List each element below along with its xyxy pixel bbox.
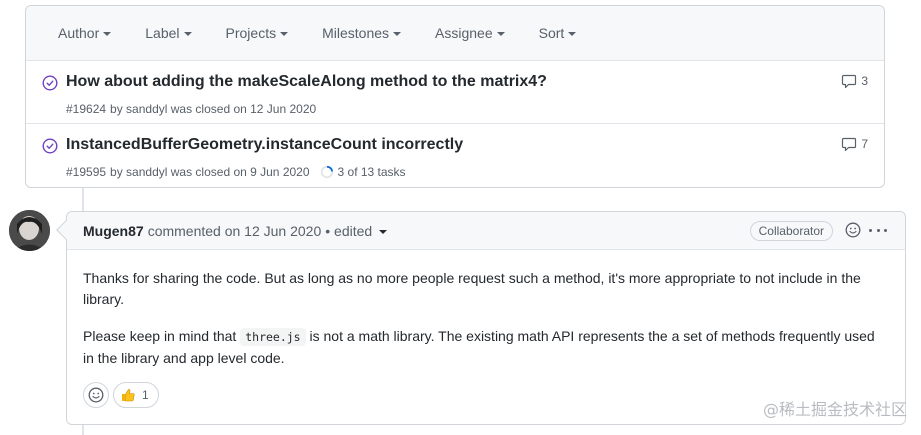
chevron-down-icon [568,32,577,36]
filter-milestones-label: Milestones [322,25,390,41]
task-progress-text: 3 of 13 tasks [337,165,406,179]
issue-status-text: by sanddyl was closed on 9 Jun 2020 [110,165,310,179]
filter-projects-label: Projects [225,25,277,41]
comment-icon [842,137,857,152]
comment-count-link[interactable]: 7 [841,136,868,152]
chevron-down-icon [103,32,112,36]
issue-number: #19595 [66,165,107,179]
comment-author-link[interactable]: Mugen87 [83,223,144,239]
issue-row: InstancedBufferGeometry.instanceCount in… [26,124,884,187]
issue-meta: #19595 by sanddyl was closed on 9 Jun 20… [66,165,406,179]
filter-author-label: Author [58,25,100,41]
thumbsup-reaction-button[interactable]: 1 [113,382,159,408]
comment-count-value: 7 [861,137,868,151]
thumbsup-icon [122,389,135,402]
comment-text: Please keep in mind that [83,328,237,344]
task-progress-icon [320,165,333,179]
filter-author[interactable]: Author [58,25,112,41]
issue-row: How about adding the makeScaleAlong meth… [26,61,884,124]
comment-box: Mugen87 commented on 12 Jun 2020 • edite… [56,211,906,425]
issue-status-text: by sanddyl was closed on 12 Jun 2020 [110,102,317,116]
reaction-count: 1 [142,388,149,402]
chevron-down-icon [393,32,402,36]
issue-closed-icon [42,75,58,91]
filter-assignee[interactable]: Assignee [435,25,505,41]
reactions-bar: 1 [83,382,159,408]
issue-title-link[interactable]: How about adding the makeScaleAlong meth… [66,73,547,91]
comment-body: Thanks for sharing the code. But as long… [67,250,905,369]
comment-header: Mugen87 commented on 12 Jun 2020 • edite… [67,212,905,250]
comment-count-link[interactable]: 3 [841,73,868,89]
chevron-down-icon [496,32,505,36]
add-reaction-button[interactable] [83,382,109,408]
chevron-down-icon [280,32,289,36]
edited-label: • edited [325,222,373,239]
comment-icon [842,74,857,89]
filter-label[interactable]: Label [145,25,192,41]
related-issues-box: Author Label Projects Milestones Assigne… [25,5,885,188]
issue-title-link[interactable]: InstancedBufferGeometry.instanceCount in… [66,136,463,154]
avatar-image [9,210,50,251]
filter-assignee-label: Assignee [435,25,493,41]
filter-projects[interactable]: Projects [226,25,289,41]
watermark: @稀土掘金技术社区 [762,400,907,419]
edited-dropdown[interactable]: • edited [325,222,388,239]
comment-paragraph: Please keep in mind that three.js is not… [83,326,889,369]
smiley-icon [88,387,104,403]
filter-milestones[interactable]: Milestones [322,25,402,41]
comment-paragraph: Thanks for sharing the code. But as long… [83,270,861,307]
avatar[interactable] [9,210,50,251]
comment-count-value: 3 [861,74,868,88]
filter-sort-label: Sort [538,25,565,41]
chevron-down-icon [379,229,388,234]
smiley-icon[interactable] [845,222,861,238]
filter-label-label: Label [145,25,180,41]
issue-meta: #19624 by sanddyl was closed on 12 Jun 2… [66,102,316,116]
filter-sort[interactable]: Sort [539,25,577,41]
chevron-down-icon [183,32,192,36]
issue-number: #19624 [66,102,107,116]
filter-bar: Author Label Projects Milestones Assigne… [26,6,884,61]
issue-closed-icon [42,138,58,154]
collaborator-badge: Collaborator [749,221,833,241]
comment-timestamp[interactable]: commented on 12 Jun 2020 [148,223,322,239]
inline-code: three.js [240,328,306,346]
more-options-icon[interactable] [869,229,887,233]
